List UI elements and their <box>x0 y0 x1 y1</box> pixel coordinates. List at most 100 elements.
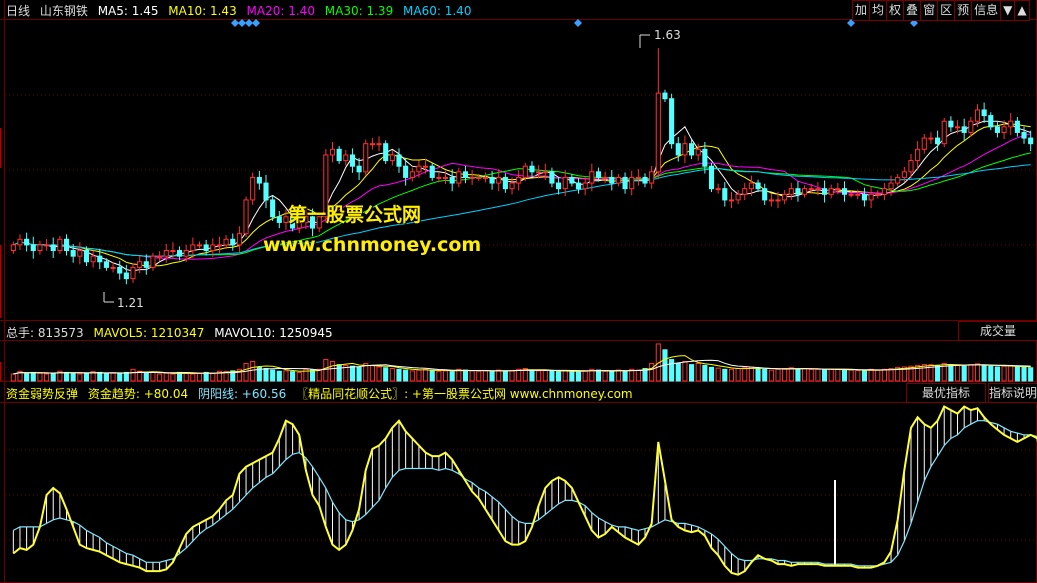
volume-bar <box>383 367 389 382</box>
volume-bar <box>881 368 887 382</box>
grid-lines <box>0 0 1037 583</box>
toolbar-range-button[interactable]: 区 <box>937 0 956 21</box>
toolbar-overlay-button[interactable]: 叠 <box>903 0 922 21</box>
candle-body <box>848 193 854 196</box>
ma5-legend: MA5: 1.45 <box>97 4 159 18</box>
volume-bar <box>403 369 409 382</box>
candle-body <box>921 137 927 150</box>
volume-bar <box>336 364 342 382</box>
toolbar-window-button[interactable]: 窗 <box>920 0 939 21</box>
indicator-help-button[interactable]: 指标说明 <box>988 383 1037 403</box>
candle-body <box>795 188 801 195</box>
candle-body <box>250 176 256 201</box>
toolbar-add-button[interactable]: 加 <box>852 0 871 21</box>
candle-body <box>157 255 163 258</box>
candle-body <box>343 154 349 162</box>
volume-bar <box>496 369 502 382</box>
candle-body <box>462 171 469 178</box>
candle-body <box>130 266 136 280</box>
candle-body <box>549 171 555 184</box>
candle-body <box>602 176 608 179</box>
volume-bar <box>821 369 828 382</box>
candle-body <box>236 233 242 246</box>
candle-body <box>695 148 701 156</box>
candle-body <box>1008 120 1014 128</box>
volume-bar <box>848 369 854 382</box>
volume-bar <box>296 371 302 382</box>
toolbar-average-button[interactable]: 均 <box>869 0 888 21</box>
candle-body <box>97 255 103 263</box>
volume-bar <box>1028 367 1034 382</box>
candle-body <box>722 188 728 201</box>
candle-body <box>802 188 808 195</box>
candle-body <box>935 137 941 145</box>
volume-bar <box>482 370 488 382</box>
chart-canvas: 1.63 1.21 <box>0 0 1037 583</box>
high-price-label: 1.63 <box>654 28 681 42</box>
signal-diamond <box>574 19 582 27</box>
volume-bar <box>442 370 449 382</box>
volume-bar <box>203 371 209 382</box>
volume-bar <box>935 364 941 382</box>
candle-body <box>489 176 495 184</box>
candle-body <box>575 182 582 190</box>
volume-bar <box>436 370 442 382</box>
volume-bar <box>622 370 628 382</box>
volume-bar <box>722 368 728 382</box>
candle-body <box>516 176 522 184</box>
candle-body <box>961 126 967 133</box>
candle-body <box>256 176 262 184</box>
candle-body <box>948 120 954 128</box>
candle-body <box>629 176 635 190</box>
toolbar-adjust-button[interactable]: 权 <box>886 0 905 21</box>
volume-bar <box>775 368 781 382</box>
candle-body <box>542 171 548 174</box>
candle-body <box>416 165 422 173</box>
volume-bar <box>196 372 203 382</box>
volume-bar <box>988 365 994 382</box>
candle-body <box>888 182 894 190</box>
volume-bar <box>569 371 575 382</box>
volume-bar <box>509 369 515 382</box>
volume-bar <box>529 369 535 382</box>
volume-bar <box>183 372 189 382</box>
volume-bar <box>735 368 741 382</box>
candle-body <box>203 244 209 252</box>
candle-body <box>1021 131 1027 139</box>
candle-body <box>449 176 455 184</box>
best-indicator-button[interactable]: 最优指标 <box>906 383 986 403</box>
event-markers <box>231 19 918 27</box>
candle-body <box>1014 120 1020 133</box>
volume-bar <box>915 364 921 382</box>
candle-body <box>482 176 488 179</box>
candle-body <box>30 244 36 252</box>
volume-bar <box>782 368 788 382</box>
volume-bar <box>595 369 602 382</box>
volume-bar <box>462 369 469 382</box>
arrow-down-icon[interactable]: ▼ <box>1000 0 1016 21</box>
candle-body <box>669 98 675 145</box>
candle-body <box>875 193 881 196</box>
candle-body <box>37 244 43 252</box>
volume-bar <box>44 373 50 382</box>
candle-body <box>170 250 176 253</box>
candle-body <box>742 188 748 195</box>
arrow-up-icon[interactable]: ▲ <box>1014 0 1030 21</box>
toolbar-info-button[interactable]: 信息 <box>971 0 1002 21</box>
volume-bar <box>549 370 555 382</box>
volume-bar <box>190 373 196 382</box>
volume-bar <box>30 371 36 382</box>
candle-body <box>715 188 721 191</box>
candle-body <box>762 188 768 201</box>
mavol5-legend: MAVOL5: 1210347 <box>93 326 205 340</box>
volume-bar <box>868 368 874 382</box>
volume-bar <box>170 373 176 382</box>
candle-body <box>821 188 828 195</box>
volume-bar <box>1008 364 1014 382</box>
candle-body <box>915 148 921 162</box>
candle-body <box>409 171 415 178</box>
volume-bar <box>502 370 508 382</box>
volume-indicator-button[interactable]: 成交量 <box>958 321 1037 341</box>
volume-bar <box>575 370 582 382</box>
toolbar-forecast-button[interactable]: 预 <box>954 0 973 21</box>
